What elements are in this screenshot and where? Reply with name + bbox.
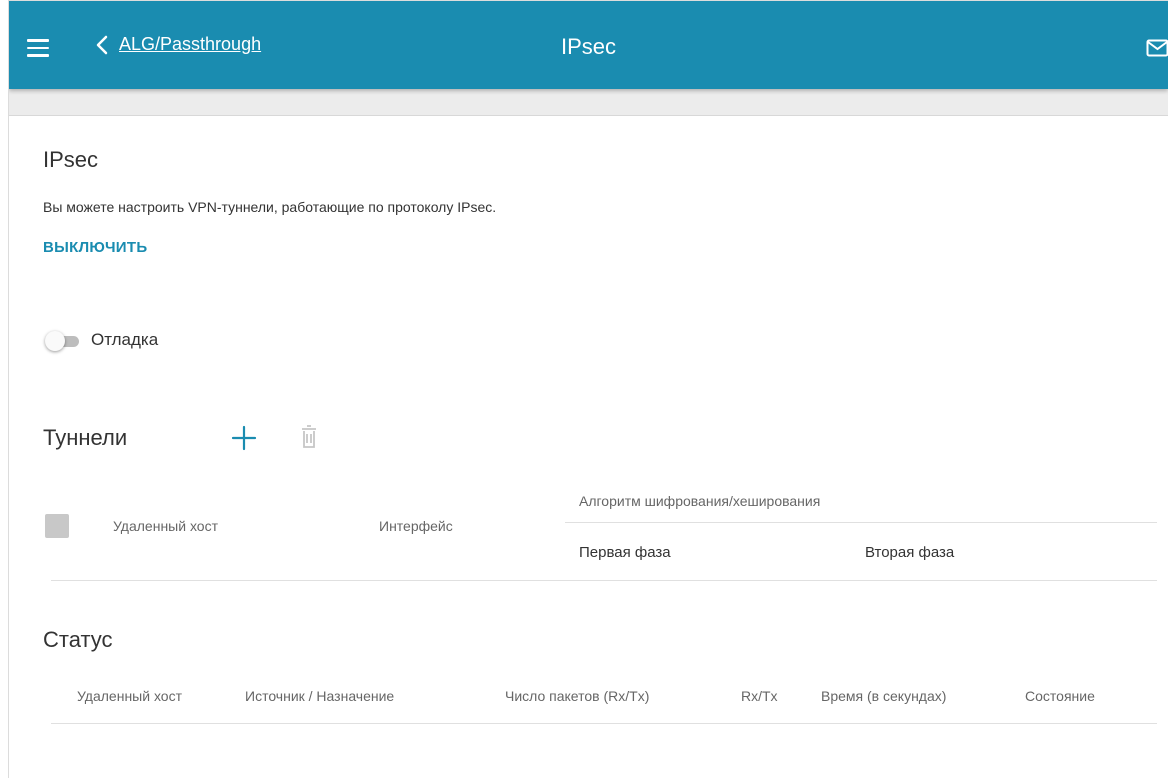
section-description: Вы можете настроить VPN-туннели, работаю… xyxy=(43,199,497,215)
tunnels-col-remote-host: Удаленный хост xyxy=(113,518,218,534)
plus-icon[interactable] xyxy=(231,425,257,451)
tunnels-col-interface: Интерфейс xyxy=(379,518,453,534)
tunnels-title: Туннели xyxy=(43,425,128,450)
algorithm-divider xyxy=(565,522,1157,523)
app-window: ALG/Passthrough IPsec IPsec Вы можете на… xyxy=(8,0,1168,778)
status-col-remote-host: Удаленный хост xyxy=(77,688,182,704)
disable-button[interactable]: ВЫКЛЮЧИТЬ xyxy=(43,239,147,256)
status-col-rxtx: Rx/Tx xyxy=(741,688,778,704)
mail-icon[interactable] xyxy=(1146,38,1168,58)
section-title: IPsec xyxy=(43,147,99,172)
status-table-divider xyxy=(51,723,1157,724)
status-col-time: Время (в секундах) xyxy=(821,688,947,704)
select-all-checkbox[interactable] xyxy=(45,514,69,538)
top-bar: ALG/Passthrough IPsec xyxy=(9,1,1168,89)
sub-bar xyxy=(9,89,1168,116)
tunnels-col-phase2: Вторая фаза xyxy=(865,544,955,561)
toggle-knob xyxy=(45,331,65,351)
tunnels-col-phase1: Первая фаза xyxy=(579,544,671,561)
status-title: Статус xyxy=(43,627,113,652)
debug-toggle[interactable] xyxy=(45,331,79,351)
tunnels-table-divider xyxy=(51,580,1157,581)
tunnels-col-algorithm: Алгоритм шифрования/хеширования xyxy=(579,493,821,509)
trash-icon[interactable] xyxy=(299,423,319,451)
debug-label: Отладка xyxy=(91,330,159,349)
status-col-state: Состояние xyxy=(1025,688,1095,704)
status-col-packets: Число пакетов (Rx/Tx) xyxy=(505,688,650,704)
status-col-source-destination: Источник / Назначение xyxy=(245,688,395,704)
page-title: IPsec xyxy=(560,34,617,59)
